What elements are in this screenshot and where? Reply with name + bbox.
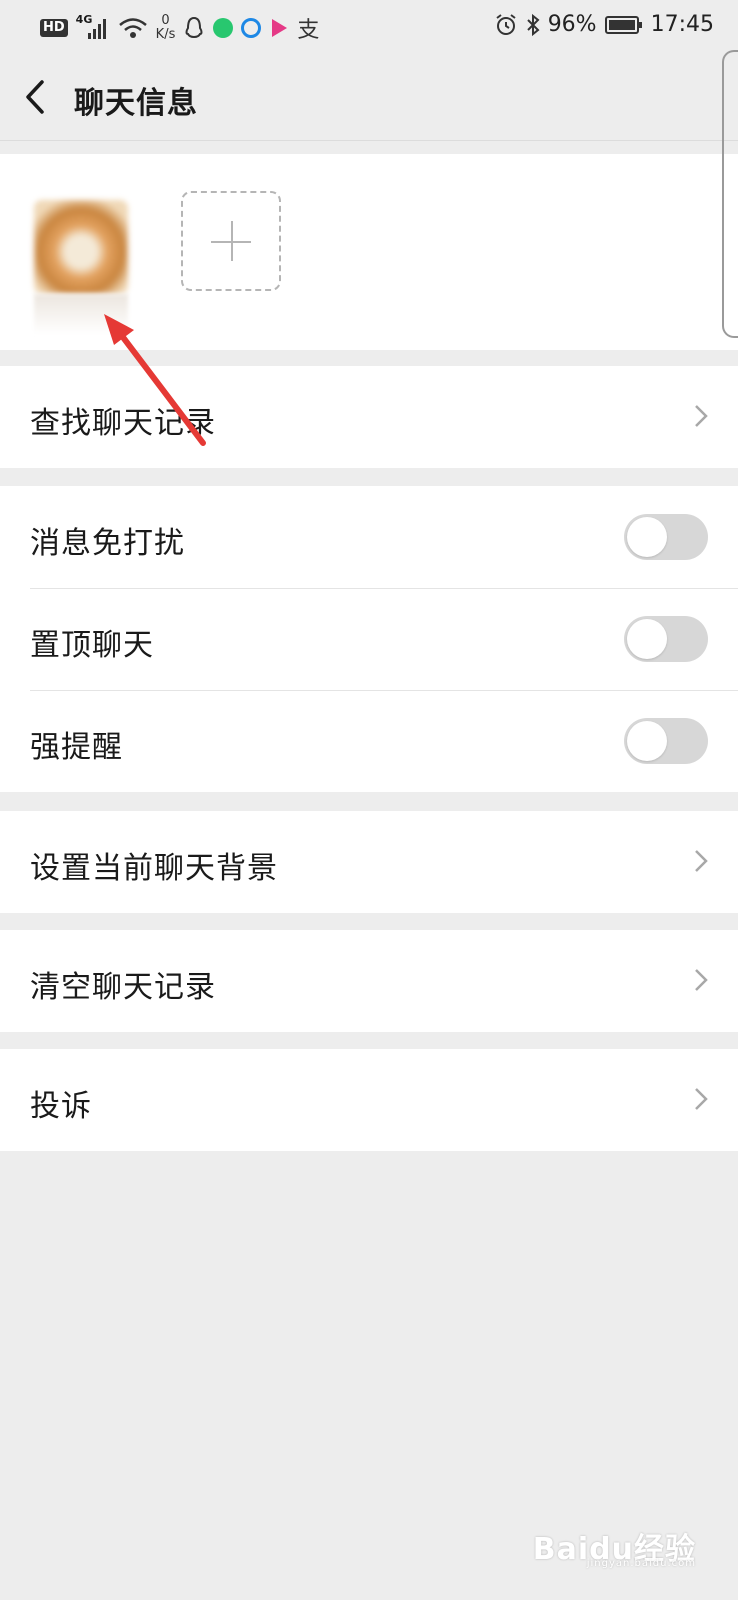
complaint-group: 投诉 [0,1049,738,1151]
back-button[interactable] [22,76,62,118]
search-group: 查找聊天记录 [0,366,738,468]
pin-chat-row: 置顶聊天 [0,588,738,690]
toggle-knob [627,721,667,761]
chat-background-row[interactable]: 设置当前聊天背景 [0,811,738,913]
baidu-watermark: Baidu经验 jingyan.baidu.com [533,1524,696,1569]
chevron-right-icon [695,850,708,872]
alarm-icon [496,13,516,35]
clear-chat-history-label: 清空聊天记录 [30,970,216,1005]
qq-icon [185,16,203,39]
navigation-bar: 聊天信息 [0,54,738,141]
do-not-disturb-toggle[interactable] [624,514,708,560]
strong-reminder-row: 强提醒 [0,690,738,792]
do-not-disturb-row: 消息免打扰 [0,486,738,588]
battery-icon [604,15,642,34]
complaint-row[interactable]: 投诉 [0,1049,738,1151]
member-section [0,154,738,350]
side-edge-handle [722,50,738,338]
search-chat-history-row[interactable]: 查找聊天记录 [0,366,738,468]
complaint-label: 投诉 [30,1089,92,1124]
chevron-left-icon [26,80,44,114]
member-avatar[interactable] [34,200,128,294]
signal-icon [87,19,106,39]
chevron-right-icon [695,969,708,991]
toggle-group: 消息免打扰 置顶聊天 强提醒 [0,486,738,792]
hd-badge: HD [40,19,68,37]
clock: 17:45 [650,12,714,37]
network-speed-value: 0 [161,13,170,28]
browser-app-icon [241,18,262,38]
battery-percent: 96% [547,12,597,37]
watermark-url: jingyan.baidu.com [586,1558,696,1569]
add-member-button[interactable] [181,191,281,291]
bluetooth-icon [526,13,540,36]
toggle-knob [627,619,667,659]
page-title: 聊天信息 [74,86,198,121]
network-speed-unit: K/s [155,27,176,42]
status-bar: HD 4G 0 K/s 支 96% 17:45 [0,0,738,54]
clear-chat-history-row[interactable]: 清空聊天记录 [0,930,738,1032]
strong-reminder-label: 强提醒 [30,730,123,765]
video-app-icon [272,19,288,37]
chat-background-label: 设置当前聊天背景 [30,851,278,886]
question-app-icon [213,18,234,38]
background-group: 设置当前聊天背景 [0,811,738,913]
chevron-right-icon [695,405,708,427]
chevron-right-icon [695,1088,708,1110]
toggle-knob [627,517,667,557]
do-not-disturb-label: 消息免打扰 [30,526,185,561]
network-speed: 0 K/s [156,14,176,42]
clear-group: 清空聊天记录 [0,930,738,1032]
pin-chat-label: 置顶聊天 [30,628,154,663]
alipay-icon: 支 [297,18,320,43]
avatar-shadow [34,294,128,334]
network-indicator: 4G [76,13,110,41]
strong-reminder-toggle[interactable] [624,718,708,764]
search-chat-history-label: 查找聊天记录 [30,406,216,441]
pin-chat-toggle[interactable] [624,616,708,662]
wifi-icon [118,18,147,38]
